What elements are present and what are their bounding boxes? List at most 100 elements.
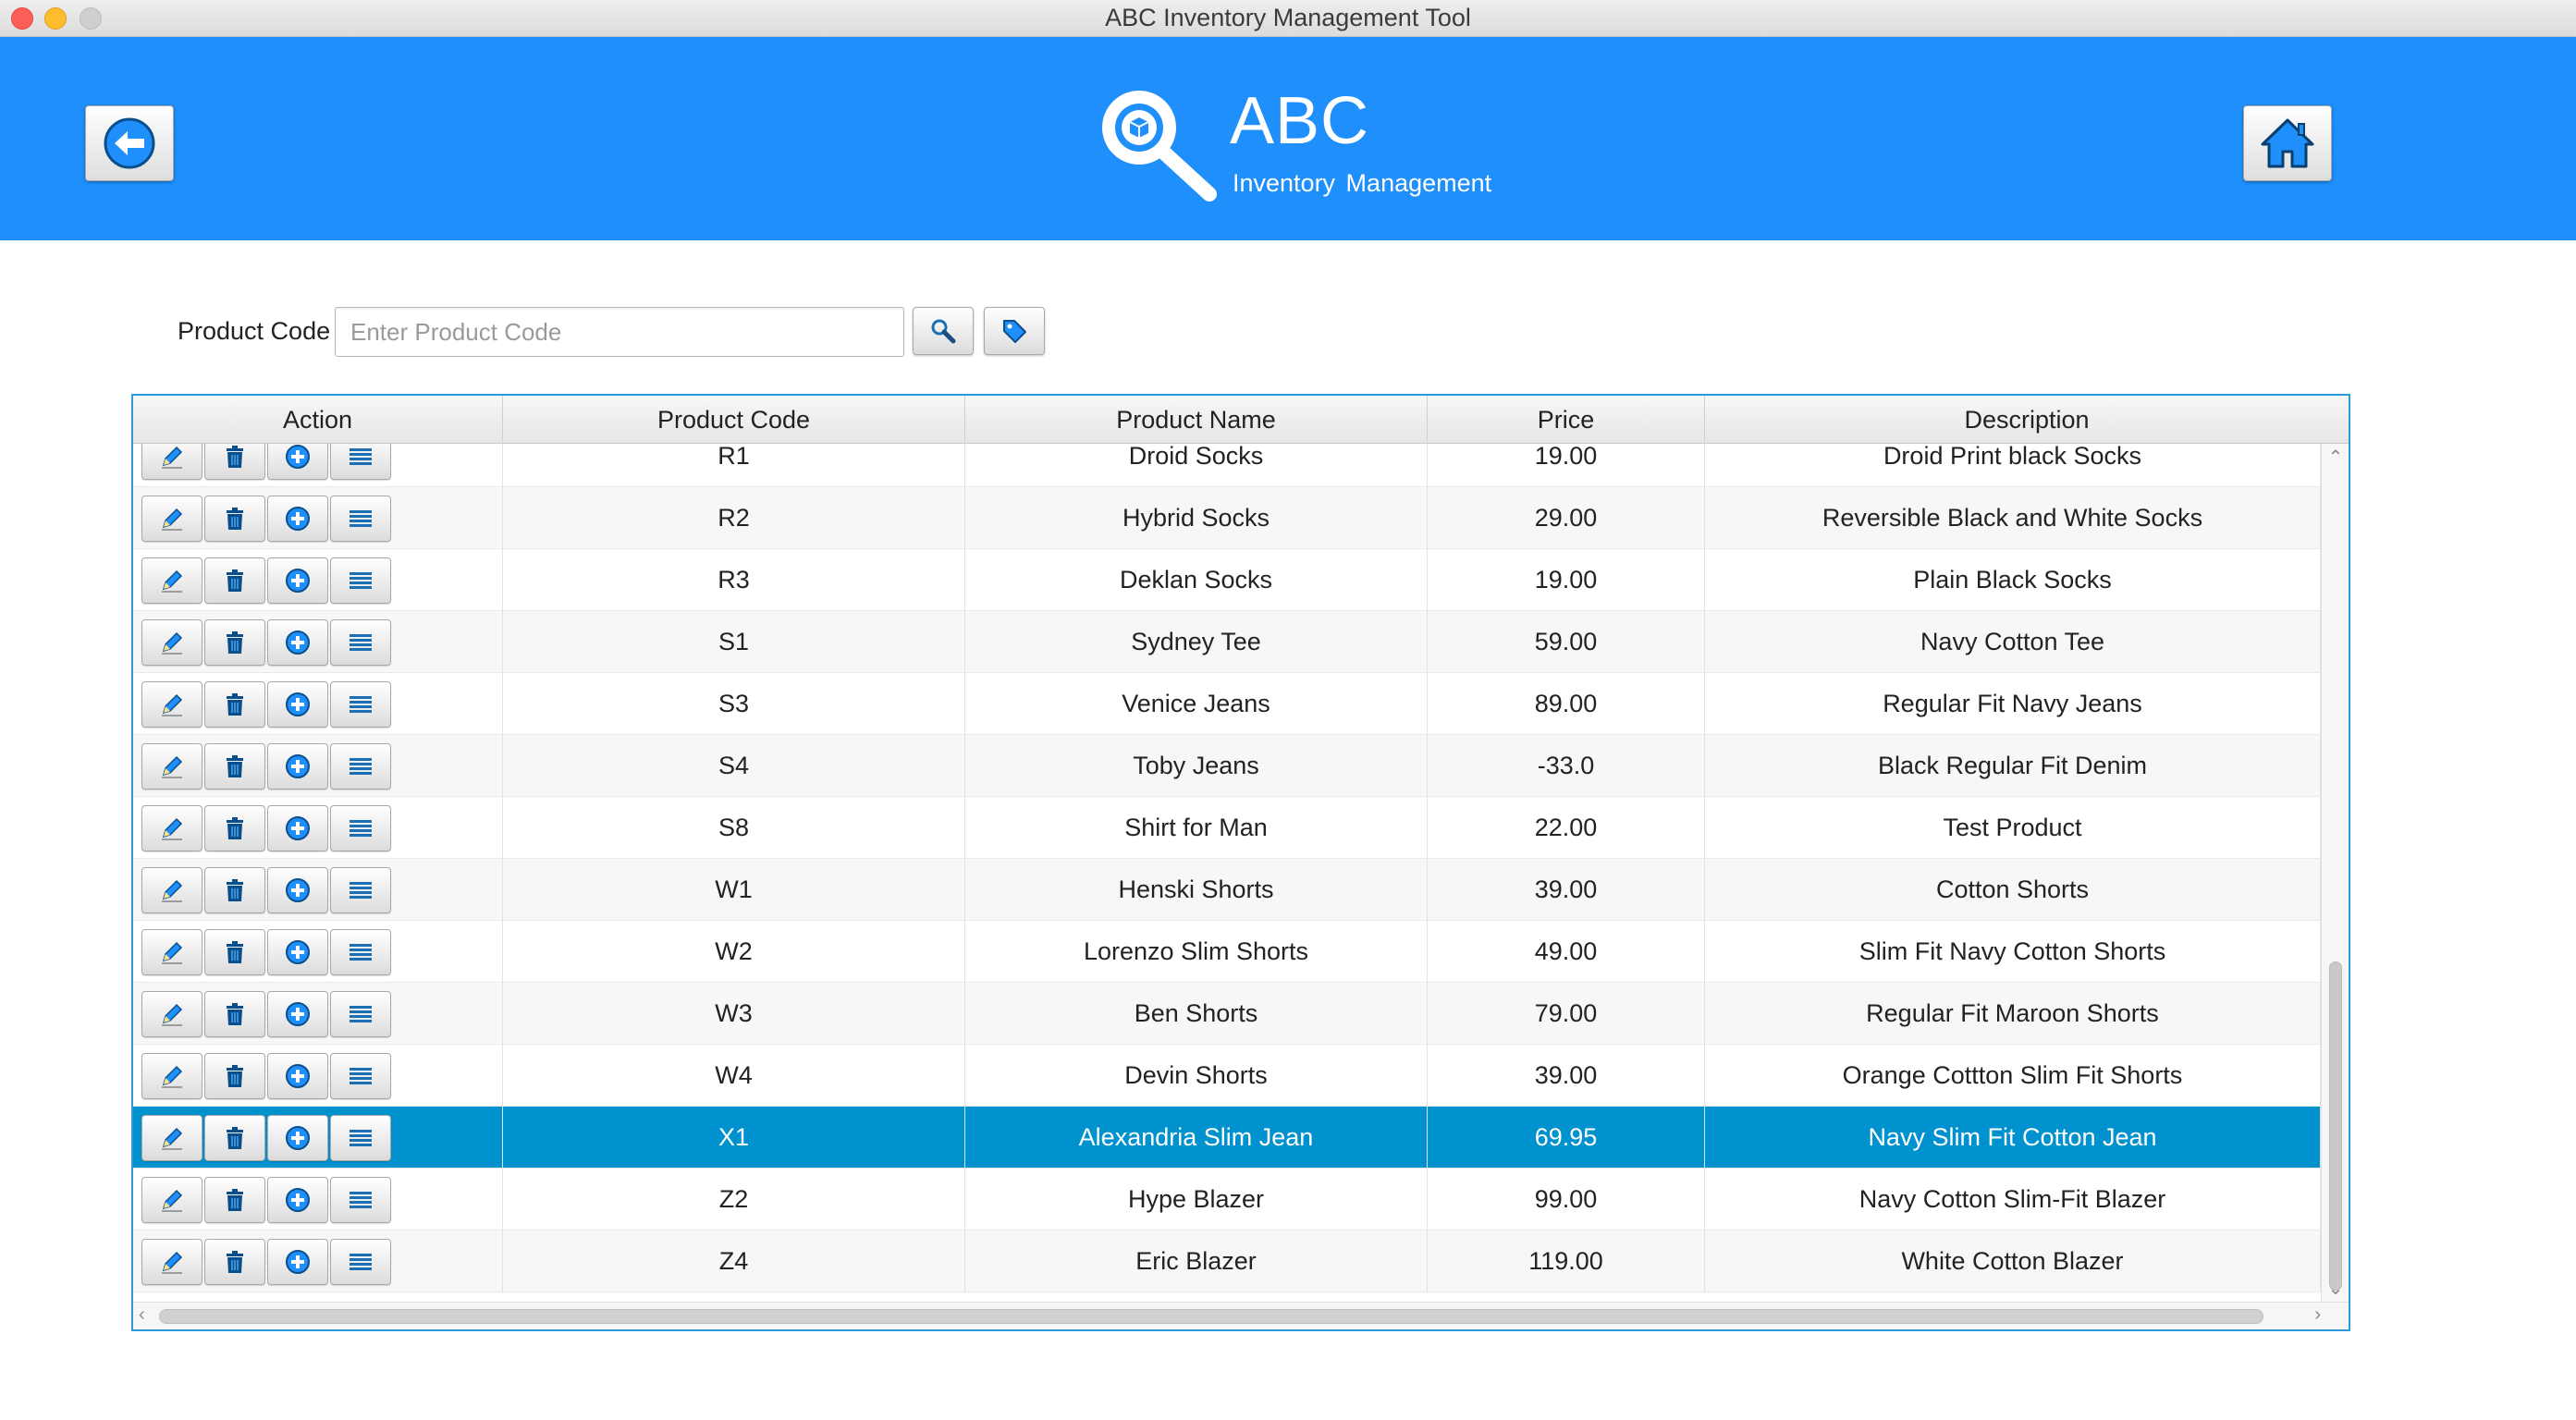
- table-row[interactable]: S3 Venice Jeans 89.00 Regular Fit Navy J…: [133, 673, 2321, 735]
- edit-button[interactable]: [141, 1114, 202, 1161]
- add-button[interactable]: [267, 1114, 328, 1161]
- details-button[interactable]: [330, 1114, 391, 1161]
- edit-button[interactable]: [141, 1176, 202, 1223]
- details-button[interactable]: [330, 804, 391, 851]
- vertical-scroll-thumb[interactable]: [2329, 961, 2342, 1291]
- delete-button[interactable]: [204, 680, 265, 728]
- add-button[interactable]: [267, 618, 328, 666]
- plus-circle-icon: [286, 1187, 310, 1212]
- table-row[interactable]: Z4 Eric Blazer 119.00 White Cotton Blaze…: [133, 1230, 2321, 1292]
- column-header-product-code[interactable]: Product Code: [503, 396, 965, 444]
- details-button[interactable]: [330, 680, 391, 728]
- add-button[interactable]: [267, 990, 328, 1037]
- edit-button[interactable]: [141, 444, 202, 480]
- home-button[interactable]: [2243, 105, 2332, 181]
- table-body[interactable]: R1 Droid Socks 19.00 Droid Print black S…: [133, 444, 2321, 1302]
- add-button[interactable]: [267, 680, 328, 728]
- add-button[interactable]: [267, 866, 328, 913]
- details-button[interactable]: [330, 1176, 391, 1223]
- cell-product-code: R1: [503, 444, 965, 487]
- table-row[interactable]: W1 Henski Shorts 39.00 Cotton Shorts: [133, 859, 2321, 921]
- table-row[interactable]: W3 Ben Shorts 79.00 Regular Fit Maroon S…: [133, 983, 2321, 1045]
- edit-button[interactable]: [141, 990, 202, 1037]
- column-header-description[interactable]: Description: [1705, 396, 2349, 444]
- cell-price: 69.95: [1428, 1107, 1705, 1169]
- column-header-price[interactable]: Price: [1428, 396, 1705, 444]
- details-button[interactable]: [330, 618, 391, 666]
- scroll-up-icon[interactable]: ⌃: [2322, 446, 2349, 469]
- edit-button[interactable]: [141, 557, 202, 604]
- cell-price: 89.00: [1428, 673, 1705, 735]
- table-row[interactable]: S1 Sydney Tee 59.00 Navy Cotton Tee: [133, 611, 2321, 673]
- edit-button[interactable]: [141, 742, 202, 790]
- delete-button[interactable]: [204, 557, 265, 604]
- add-button[interactable]: [267, 742, 328, 790]
- delete-button[interactable]: [204, 618, 265, 666]
- add-button[interactable]: [267, 444, 328, 480]
- table-row[interactable]: S8 Shirt for Man 22.00 Test Product: [133, 797, 2321, 859]
- delete-button[interactable]: [204, 1176, 265, 1223]
- vertical-scrollbar[interactable]: ⌃ ⌄: [2321, 444, 2349, 1302]
- add-button[interactable]: [267, 495, 328, 542]
- cell-product-name: Droid Socks: [965, 444, 1428, 487]
- table-row[interactable]: R2 Hybrid Socks 29.00 Reversible Black a…: [133, 487, 2321, 549]
- details-button[interactable]: [330, 928, 391, 975]
- product-code-label: Product Code: [178, 317, 331, 345]
- search-button[interactable]: [913, 307, 974, 355]
- edit-button[interactable]: [141, 1238, 202, 1285]
- delete-button[interactable]: [204, 804, 265, 851]
- add-button[interactable]: [267, 1052, 328, 1099]
- trash-icon: [227, 1126, 243, 1149]
- edit-button[interactable]: [141, 866, 202, 913]
- scroll-right-icon[interactable]: ›: [2314, 1304, 2321, 1326]
- horizontal-scroll-thumb[interactable]: [159, 1309, 2263, 1324]
- table-row[interactable]: R1 Droid Socks 19.00 Droid Print black S…: [133, 444, 2321, 487]
- table-row[interactable]: W2 Lorenzo Slim Shorts 49.00 Slim Fit Na…: [133, 921, 2321, 983]
- table-row[interactable]: Z2 Hype Blazer 99.00 Navy Cotton Slim-Fi…: [133, 1169, 2321, 1230]
- table-row[interactable]: W4 Devin Shorts 39.00 Orange Cottton Sli…: [133, 1045, 2321, 1107]
- details-button[interactable]: [330, 557, 391, 604]
- details-button[interactable]: [330, 742, 391, 790]
- tag-button[interactable]: [984, 307, 1045, 355]
- product-code-input[interactable]: [335, 307, 904, 357]
- delete-button[interactable]: [204, 1052, 265, 1099]
- details-button[interactable]: [330, 1052, 391, 1099]
- column-header-action[interactable]: Action: [133, 396, 503, 444]
- edit-button[interactable]: [141, 495, 202, 542]
- edit-button[interactable]: [141, 1052, 202, 1099]
- details-button[interactable]: [330, 1238, 391, 1285]
- table-row[interactable]: X1 Alexandria Slim Jean 69.95 Navy Slim …: [133, 1107, 2321, 1169]
- cell-product-code: S3: [503, 673, 965, 735]
- delete-button[interactable]: [204, 1114, 265, 1161]
- add-button[interactable]: [267, 1176, 328, 1223]
- delete-button[interactable]: [204, 1238, 265, 1285]
- edit-button[interactable]: [141, 804, 202, 851]
- back-arrow-icon: [104, 117, 155, 169]
- back-button[interactable]: [85, 105, 174, 181]
- delete-button[interactable]: [204, 928, 265, 975]
- delete-button[interactable]: [204, 495, 265, 542]
- add-button[interactable]: [267, 557, 328, 604]
- details-button[interactable]: [330, 495, 391, 542]
- details-button[interactable]: [330, 866, 391, 913]
- delete-button[interactable]: [204, 742, 265, 790]
- table-row[interactable]: S4 Toby Jeans -33.0 Black Regular Fit De…: [133, 735, 2321, 797]
- horizontal-scrollbar[interactable]: ‹ ›: [133, 1302, 2349, 1329]
- delete-button[interactable]: [204, 444, 265, 480]
- delete-button[interactable]: [204, 866, 265, 913]
- edit-button[interactable]: [141, 680, 202, 728]
- column-header-product-name[interactable]: Product Name: [965, 396, 1428, 444]
- scroll-left-icon[interactable]: ‹: [139, 1304, 145, 1326]
- add-button[interactable]: [267, 804, 328, 851]
- scroll-down-icon[interactable]: ⌄: [2322, 1277, 2349, 1300]
- delete-button[interactable]: [204, 990, 265, 1037]
- details-button[interactable]: [330, 444, 391, 480]
- table-row[interactable]: R3 Deklan Socks 19.00 Plain Black Socks: [133, 549, 2321, 611]
- edit-button[interactable]: [141, 928, 202, 975]
- add-button[interactable]: [267, 928, 328, 975]
- add-button[interactable]: [267, 1238, 328, 1285]
- details-button[interactable]: [330, 990, 391, 1037]
- edit-button[interactable]: [141, 618, 202, 666]
- list-icon: [350, 1067, 372, 1084]
- cell-product-code: W4: [503, 1045, 965, 1107]
